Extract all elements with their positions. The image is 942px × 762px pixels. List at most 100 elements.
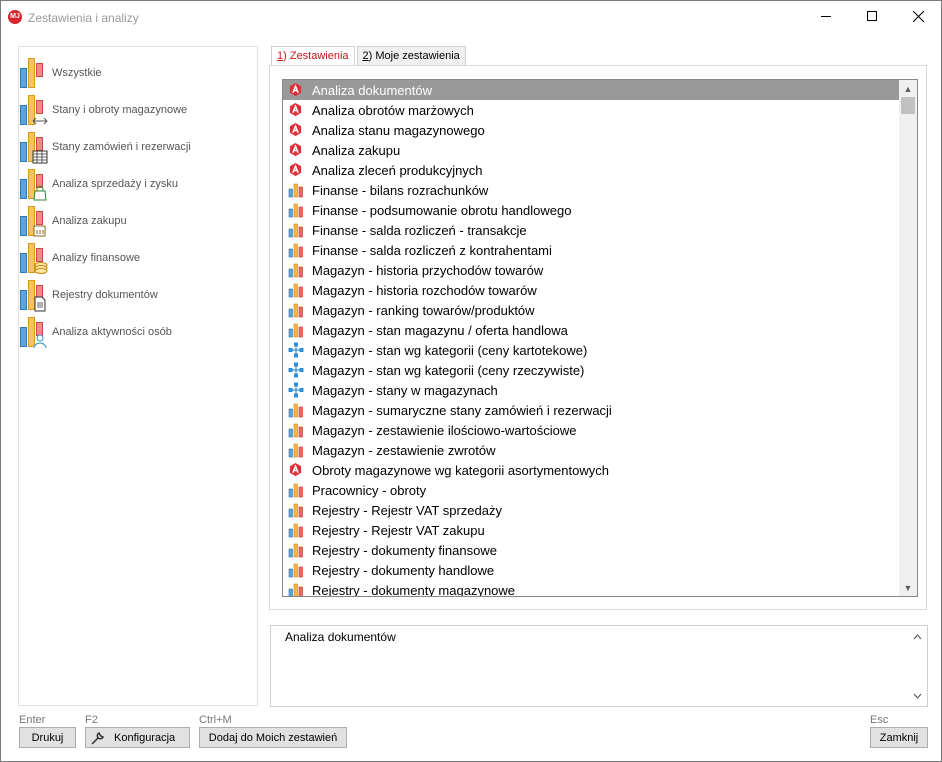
description-scrollbar[interactable] <box>907 626 927 706</box>
report-row[interactable]: Magazyn - zestawienie ilościowo-wartości… <box>283 420 899 440</box>
report-row[interactable]: Finanse - salda rozliczeń z kontrahentam… <box>283 240 899 260</box>
category-label: Analiza zakupu <box>52 215 127 227</box>
bar-chart-icon <box>288 402 304 418</box>
report-label: Finanse - salda rozliczeń z kontrahentam… <box>312 242 552 258</box>
report-row[interactable]: Finanse - podsumowanie obrotu handlowego <box>283 200 899 220</box>
report-row[interactable]: Magazyn - stany w magazynach <box>283 380 899 400</box>
report-label: Magazyn - zestawienie zwrotów <box>312 442 496 458</box>
report-label: Analiza zakupu <box>312 142 401 158</box>
category-item[interactable]: Stany i obroty magazynowe <box>18 93 238 127</box>
report-row[interactable]: Rejestry - dokumenty magazynowe <box>283 580 899 596</box>
chart-category-icon <box>18 130 48 164</box>
wrench-icon <box>91 731 104 745</box>
category-label: Rejestry dokumentów <box>52 289 158 301</box>
report-row[interactable]: Analiza obrotów marżowych <box>283 100 899 120</box>
category-item[interactable]: Analiza sprzedaży i zysku <box>18 167 238 201</box>
bar-chart-icon <box>288 442 304 458</box>
report-label: Magazyn - zestawienie ilościowo-wartości… <box>312 422 577 438</box>
category-label: Stany zamówień i rezerwacji <box>52 141 191 153</box>
scroll-thumb[interactable] <box>901 97 915 114</box>
report-row[interactable]: Magazyn - ranking towarów/produktów <box>283 300 899 320</box>
report-row[interactable]: Finanse - salda rozliczeń - transakcje <box>283 220 899 240</box>
add-to-my-reports-button[interactable]: Dodaj do Moich zestawień <box>199 727 347 748</box>
bar-chart-icon <box>288 502 304 518</box>
report-row[interactable]: Magazyn - sumaryczne stany zamówień i re… <box>283 400 899 420</box>
close-button[interactable]: Zamknij <box>870 727 928 748</box>
category-item[interactable]: Analiza zakupu <box>18 204 238 238</box>
scroll-down-icon[interactable]: ▼ <box>899 579 917 596</box>
analysis-a-icon <box>288 142 304 158</box>
report-row[interactable]: Analiza zakupu <box>283 140 899 160</box>
category-label: Wszystkie <box>52 67 102 79</box>
report-row[interactable]: Rejestry - dokumenty handlowe <box>283 560 899 580</box>
config-button[interactable]: Konfiguracja <box>85 727 190 748</box>
bar-chart-icon <box>288 542 304 558</box>
report-row[interactable]: Magazyn - zestawienie zwrotów <box>283 440 899 460</box>
report-row[interactable]: Analiza zleceń produkcyjnych <box>283 160 899 180</box>
report-label: Finanse - salda rozliczeń - transakcje <box>312 222 527 238</box>
close-window-button[interactable] <box>895 1 941 31</box>
bar-chart-icon <box>288 202 304 218</box>
report-row[interactable]: Rejestry - Rejestr VAT zakupu <box>283 520 899 540</box>
report-row[interactable]: Magazyn - historia przychodów towarów <box>283 260 899 280</box>
description-text: Analiza dokumentów <box>285 630 396 644</box>
report-label: Finanse - podsumowanie obrotu handlowego <box>312 202 572 218</box>
report-label: Rejestry - dokumenty magazynowe <box>312 582 516 597</box>
report-row[interactable]: Finanse - bilans rozrachunków <box>283 180 899 200</box>
analysis-a-icon <box>288 82 304 98</box>
report-row[interactable]: Analiza dokumentów <box>283 80 899 100</box>
category-item[interactable]: Stany zamówień i rezerwacji <box>18 130 238 164</box>
report-label: Finanse - bilans rozrachunków <box>312 182 489 198</box>
report-row[interactable]: Magazyn - historia rozchodów towarów <box>283 280 899 300</box>
bar-chart-icon <box>288 282 304 298</box>
report-row[interactable]: Obroty magazynowe wg kategorii asortymen… <box>283 460 899 480</box>
category-item[interactable]: Analiza aktywności osób <box>18 315 238 349</box>
tab-moje-zestawienia[interactable]: 2) Moje zestawienia <box>356 46 466 66</box>
report-row[interactable]: Magazyn - stan wg kategorii (ceny kartot… <box>283 340 899 360</box>
minimize-button[interactable] <box>803 1 849 31</box>
report-row[interactable]: Rejestry - Rejestr VAT sprzedaży <box>283 500 899 520</box>
chart-category-icon <box>18 167 48 201</box>
report-label: Analiza zleceń produkcyjnych <box>312 162 483 178</box>
chart-category-icon <box>18 93 48 127</box>
report-row[interactable]: Pracownicy - obroty <box>283 480 899 500</box>
desc-scroll-up-icon[interactable] <box>907 628 927 645</box>
report-label: Magazyn - historia rozchodów towarów <box>312 282 537 298</box>
report-label: Magazyn - historia przychodów towarów <box>312 262 544 278</box>
bar-chart-icon <box>288 302 304 318</box>
config-shortcut: F2 <box>85 714 98 726</box>
report-row[interactable]: Rejestry - dokumenty finansowe <box>283 540 899 560</box>
category-label: Analiza sprzedaży i zysku <box>52 178 178 190</box>
category-tree-icon <box>288 342 304 358</box>
scroll-up-icon[interactable]: ▲ <box>899 80 917 97</box>
category-item[interactable]: Wszystkie <box>18 56 238 90</box>
maximize-button[interactable] <box>849 1 895 31</box>
report-row[interactable]: Magazyn - stan wg kategorii (ceny rzeczy… <box>283 360 899 380</box>
bar-chart-icon <box>288 262 304 278</box>
category-item[interactable]: Rejestry dokumentów <box>18 278 238 312</box>
report-row[interactable]: Analiza stanu magazynowego <box>283 120 899 140</box>
category-item[interactable]: Analizy finansowe <box>18 241 238 275</box>
tab-zestawienia[interactable]: 1) Zestawienia <box>271 46 355 67</box>
analysis-a-icon <box>288 462 304 478</box>
report-label: Magazyn - stan wg kategorii (ceny rzeczy… <box>312 362 585 378</box>
print-button[interactable]: Drukuj <box>19 727 76 748</box>
description-box[interactable]: Analiza dokumentów <box>270 625 928 707</box>
report-label: Pracownicy - obroty <box>312 482 427 498</box>
desc-scroll-down-icon[interactable] <box>907 687 927 704</box>
report-row[interactable]: Magazyn - stan magazynu / oferta handlow… <box>283 320 899 340</box>
bar-chart-icon <box>288 242 304 258</box>
report-list[interactable]: Analiza dokumentów Analiza obrotów marżow… <box>282 79 918 597</box>
analysis-a-icon <box>288 102 304 118</box>
title-bar[interactable]: MJ Zestawienia i analizy <box>1 1 941 33</box>
bar-chart-icon <box>288 562 304 578</box>
chart-category-icon <box>18 315 48 349</box>
bar-chart-icon <box>288 322 304 338</box>
category-label: Stany i obroty magazynowe <box>52 104 188 116</box>
tab-strip: 1) Zestawienia 2) Moje zestawienia <box>271 46 468 67</box>
maximize-icon <box>867 11 877 21</box>
print-shortcut: Enter <box>19 714 46 726</box>
report-list-scrollbar[interactable]: ▲ ▼ <box>899 80 917 596</box>
close-icon <box>912 10 924 22</box>
close-shortcut: Esc <box>870 714 889 726</box>
